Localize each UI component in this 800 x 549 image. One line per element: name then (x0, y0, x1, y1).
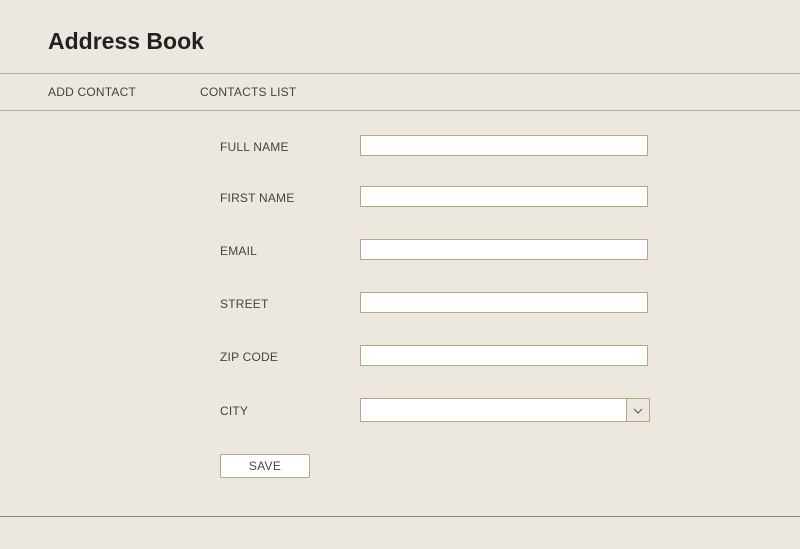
save-button[interactable]: SAVE (220, 454, 310, 478)
footer-divider (0, 516, 800, 517)
nav-contacts-list[interactable]: CONTACTS LIST (200, 85, 296, 99)
input-zip-code[interactable] (360, 345, 648, 366)
input-city[interactable] (360, 398, 626, 422)
nav-add-contact[interactable]: ADD CONTACT (48, 85, 200, 99)
input-street[interactable] (360, 292, 648, 313)
label-city: CITY (220, 402, 360, 418)
nav-bar: ADD CONTACT CONTACTS LIST (0, 73, 800, 111)
row-full-name: FULL NAME (220, 135, 800, 156)
input-email[interactable] (360, 239, 648, 260)
page-title: Address Book (48, 28, 800, 55)
input-first-name[interactable] (360, 186, 648, 207)
label-zip-code: ZIP CODE (220, 348, 360, 364)
row-email: EMAIL (220, 239, 800, 260)
header: Address Book (0, 0, 800, 73)
row-first-name: FIRST NAME (220, 186, 800, 207)
row-zip-code: ZIP CODE (220, 345, 800, 366)
row-city: CITY (220, 398, 800, 422)
add-contact-form: FULL NAME FIRST NAME EMAIL STREET ZIP CO… (0, 111, 800, 478)
input-full-name[interactable] (360, 135, 648, 156)
label-street: STREET (220, 295, 360, 311)
label-email: EMAIL (220, 242, 360, 258)
chevron-down-icon (633, 401, 643, 419)
city-dropdown-button[interactable] (626, 398, 650, 422)
row-street: STREET (220, 292, 800, 313)
city-select[interactable] (360, 398, 650, 422)
label-full-name: FULL NAME (220, 138, 360, 154)
row-save: SAVE (220, 454, 800, 478)
label-first-name: FIRST NAME (220, 189, 360, 205)
